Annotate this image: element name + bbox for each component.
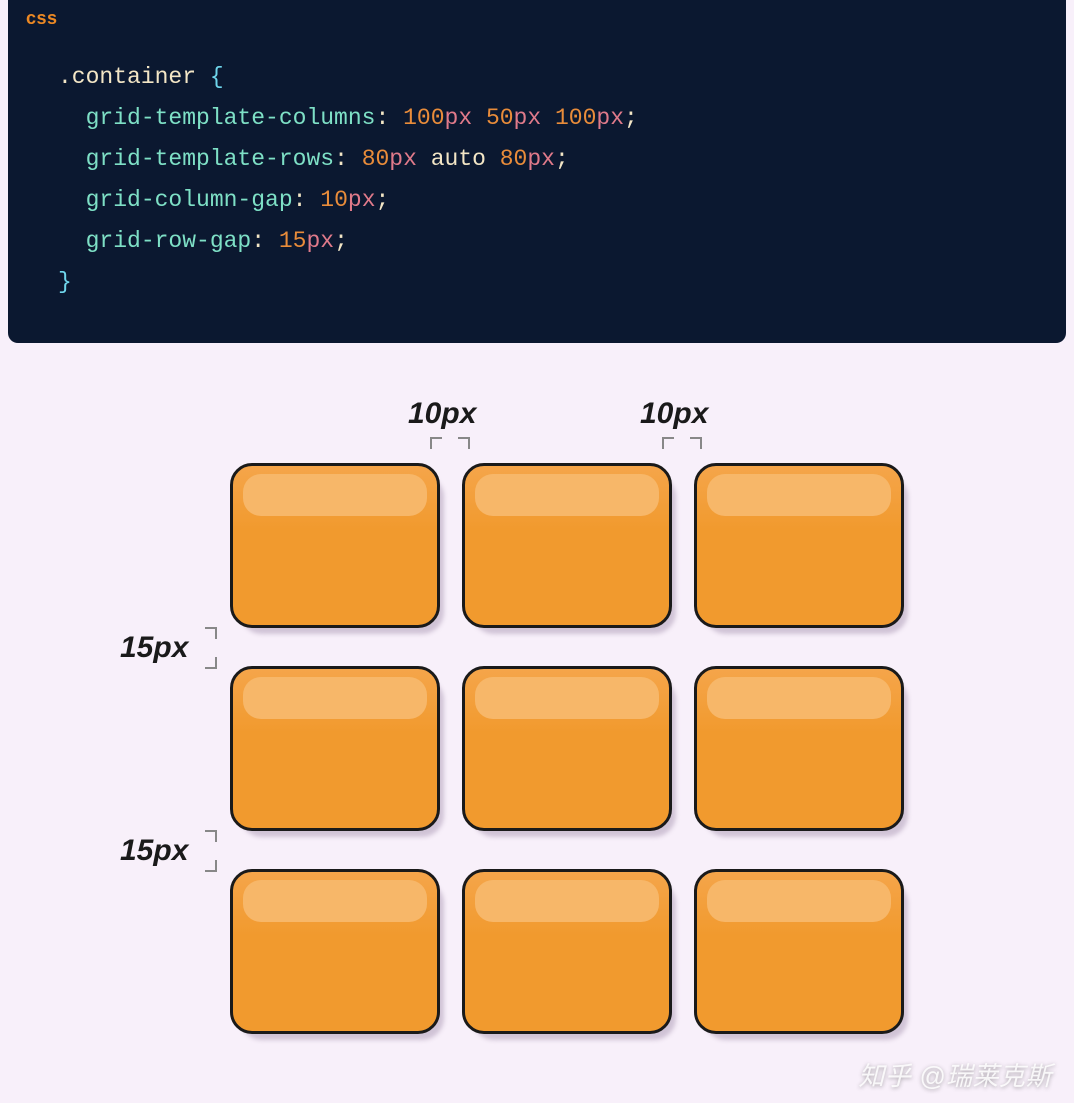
grid-cell bbox=[694, 666, 904, 831]
grid-container bbox=[230, 463, 904, 1034]
watermark: 知乎 @瑞莱克斯 bbox=[858, 1056, 1052, 1093]
row-gap-bracket-2 bbox=[205, 830, 223, 872]
grid-cell bbox=[694, 463, 904, 628]
col-gap-bracket-2 bbox=[662, 437, 702, 455]
grid-cell bbox=[230, 463, 440, 628]
col-gap-label-1: 10px bbox=[408, 397, 476, 431]
grid-cell bbox=[230, 666, 440, 831]
col-gap-bracket-1 bbox=[430, 437, 470, 455]
language-tag: css bbox=[26, 8, 1048, 29]
grid-cell bbox=[230, 869, 440, 1034]
row-gap-label-2: 15px bbox=[120, 834, 188, 868]
grid-cell bbox=[694, 869, 904, 1034]
grid-cell bbox=[462, 869, 672, 1034]
grid-cell bbox=[462, 463, 672, 628]
code-block: css .container { grid-template-columns: … bbox=[8, 0, 1066, 343]
grid-gap-diagram: 10px 10px 15px 15px 知乎 @瑞莱克斯 bbox=[0, 363, 1074, 1103]
col-gap-label-2: 10px bbox=[640, 397, 708, 431]
row-gap-label-1: 15px bbox=[120, 631, 188, 665]
grid-cell bbox=[462, 666, 672, 831]
code-content: .container { grid-template-columns: 100p… bbox=[26, 57, 1048, 303]
row-gap-bracket-1 bbox=[205, 627, 223, 669]
